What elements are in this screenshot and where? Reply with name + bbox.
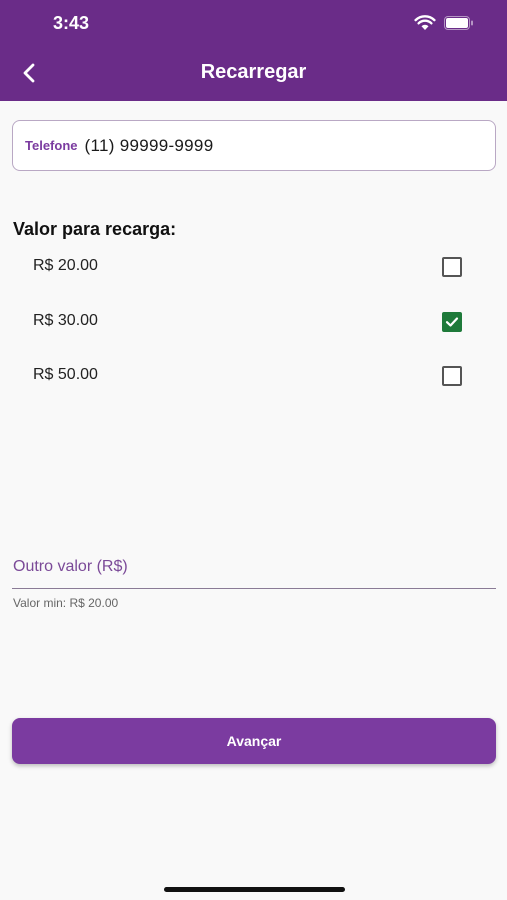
app-header: 3:43 Recarregar [0, 0, 507, 101]
option-label: R$ 20.00 [33, 257, 98, 274]
checkmark-icon [445, 317, 459, 327]
phone-field[interactable]: Telefone (11) 99999-9999 [12, 120, 496, 171]
option-label: R$ 50.00 [33, 366, 98, 383]
other-value-input[interactable] [12, 545, 496, 589]
helper-text: Valor min: R$ 20.00 [13, 596, 119, 610]
battery-icon [444, 16, 473, 30]
checkbox-50[interactable] [442, 366, 462, 386]
option-20[interactable]: R$ 20.00 [0, 247, 507, 287]
phone-value[interactable]: (11) 99999-9999 [85, 136, 214, 156]
checkbox-20[interactable] [442, 257, 462, 277]
option-label: R$ 30.00 [33, 312, 98, 329]
next-button[interactable]: Avançar [12, 718, 496, 764]
wifi-icon [414, 15, 436, 30]
page-title: Recarregar [200, 61, 307, 83]
home-indicator [164, 887, 345, 892]
option-30[interactable]: R$ 30.00 [0, 302, 507, 342]
section-title: Valor para recarga: [13, 219, 177, 239]
phone-label: Telefone [25, 138, 78, 153]
status-time: 3:43 [53, 13, 90, 33]
checkbox-30[interactable] [442, 312, 462, 332]
option-50[interactable]: R$ 50.00 [0, 356, 507, 396]
